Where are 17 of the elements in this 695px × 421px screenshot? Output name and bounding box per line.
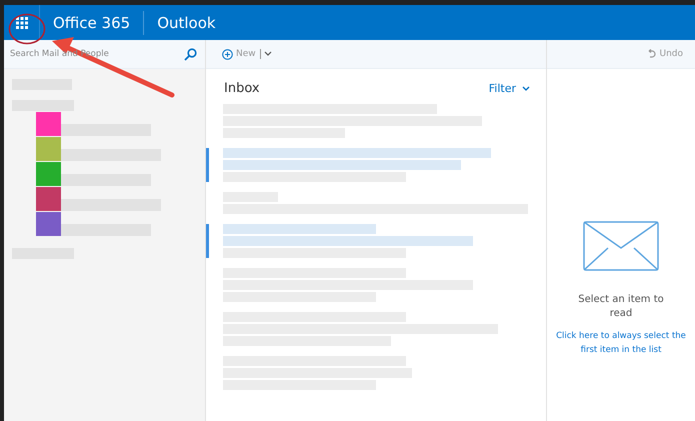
- brand-title[interactable]: Office 365: [40, 10, 144, 34]
- plus-icon: [222, 48, 233, 60]
- grid-icon: [16, 16, 28, 28]
- undo-button[interactable]: Undo: [646, 49, 683, 59]
- empty-message: Select an item to read: [577, 293, 665, 321]
- highlight-circle: [8, 13, 46, 45]
- envelope-icon: [583, 221, 659, 271]
- blurred-text: [12, 100, 74, 111]
- new-button[interactable]: New: [222, 48, 272, 60]
- caret-icon: [264, 51, 272, 57]
- inbox-title: Inbox: [224, 81, 260, 96]
- filter-button[interactable]: Filter: [488, 82, 530, 95]
- select-first-link[interactable]: Click here to always select the first item in the list: [547, 329, 695, 357]
- search-icon[interactable]: [184, 48, 197, 60]
- caret-icon: [522, 86, 530, 92]
- undo-icon: [646, 49, 656, 59]
- app-title[interactable]: Outlook: [144, 14, 229, 32]
